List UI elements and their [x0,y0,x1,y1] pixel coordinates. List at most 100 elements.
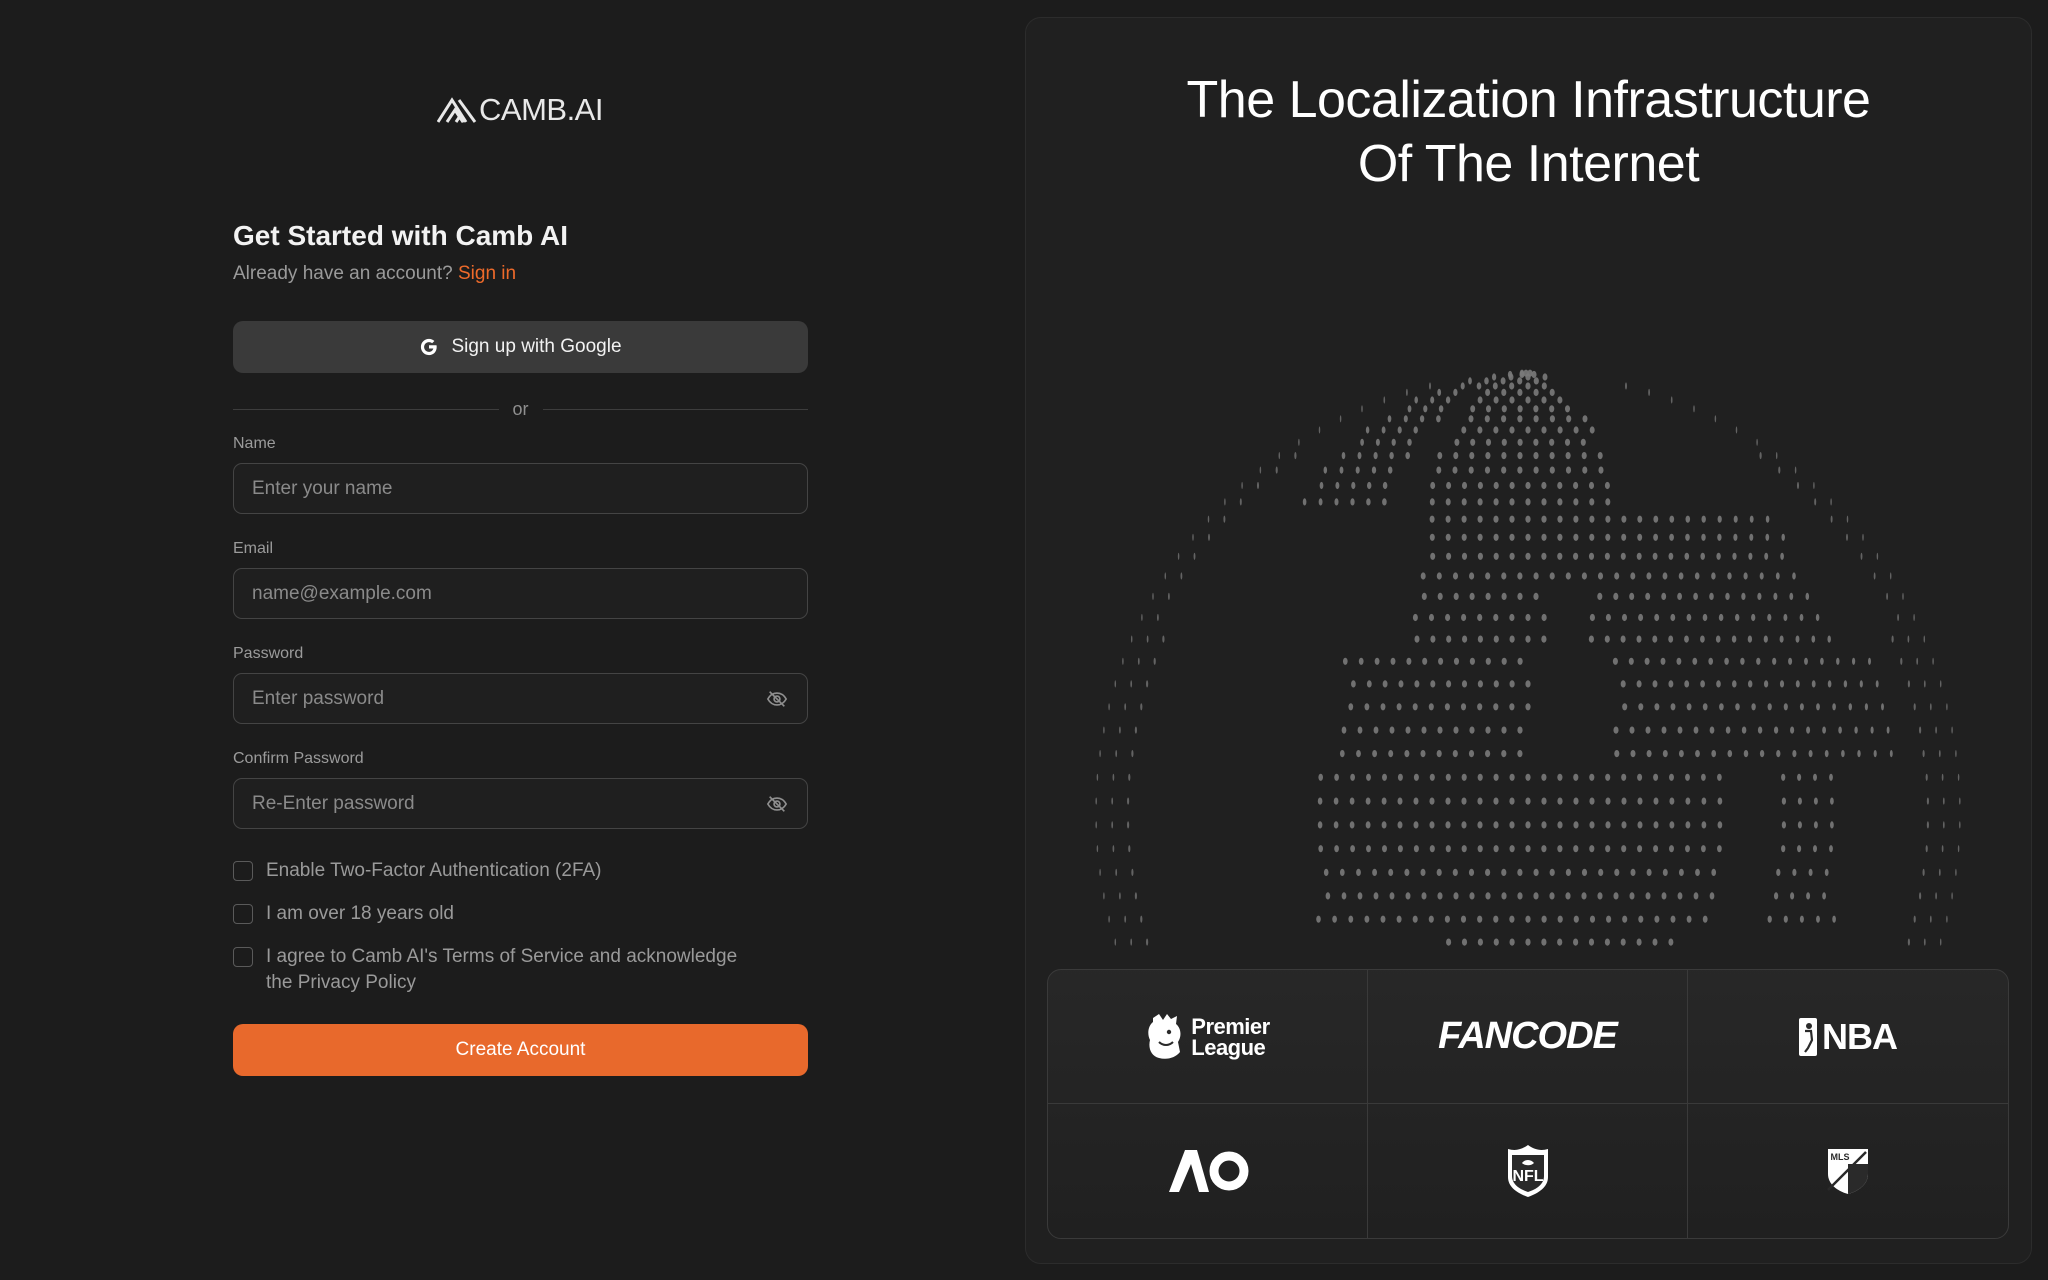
globe-dot [1813,797,1818,805]
globe-dot [1501,892,1507,900]
globe-dot [1757,592,1762,601]
globe-dot [1517,657,1523,665]
globe-dot [1493,821,1499,829]
globe-dot [1838,726,1842,734]
globe-dot [1621,773,1627,781]
globe-dot [1533,572,1539,580]
globe-dot [1501,415,1507,423]
globe-dot [1444,703,1450,711]
globe-dot [1461,845,1467,853]
globe-dot [1461,773,1467,781]
globe-dot [1477,426,1483,434]
globe-dot [1581,572,1587,580]
globe-dot [1407,405,1412,413]
nba-text: NBA [1822,1015,1898,1057]
password-field[interactable] [233,673,808,724]
globe-dot [1334,498,1339,506]
globe-dot [1701,845,1706,853]
globe-dot [1702,915,1708,923]
globe-dot [1461,481,1468,490]
globe-dot [1889,572,1892,580]
globe-dot [1702,613,1708,622]
globe-dot [1709,892,1715,900]
twofa-checkbox[interactable] [233,861,253,881]
confirm-password-field[interactable] [233,778,808,829]
globe-dot [1959,821,1961,829]
globe-dot [1832,703,1836,711]
globe-dot [1469,657,1475,665]
globe-dot [1533,438,1539,446]
globe-dot [1612,657,1618,665]
globe-dot [1813,481,1815,490]
globe-dot [1773,592,1778,601]
create-account-button[interactable]: Create Account [233,1024,808,1076]
globe-dot [1366,845,1371,853]
toggle-confirm-password-visibility-button[interactable] [764,791,790,817]
globe-dot [1429,797,1435,805]
globe-dot [1573,915,1579,923]
globe-dot [1573,515,1579,523]
email-field[interactable] [233,568,808,619]
globe-dot [1573,797,1579,805]
globe-dot [1485,592,1491,601]
globe-dot [1484,377,1489,385]
globe-dot [1397,797,1403,805]
globe-dot [1339,868,1345,877]
google-signup-button[interactable]: Sign up with Google [233,321,808,373]
globe-dot [1573,498,1579,506]
globe-dot [1453,892,1459,900]
globe-dot [1493,613,1499,622]
globe-dot [1477,703,1483,711]
globe-dot [1638,703,1644,711]
globe-dot [1405,452,1410,460]
globe-dot [1564,438,1571,446]
globe-dot [1646,750,1652,758]
globe-dot [1387,466,1393,474]
confirm-password-input[interactable] [234,778,764,829]
globe-dot [1815,613,1820,622]
globe-dot [1870,726,1874,734]
name-input[interactable] [234,463,807,514]
logo-text: CAMB.AI [479,92,603,127]
globe-dot [1396,703,1402,711]
globe-dot [1677,892,1683,900]
globe-dot [1323,466,1328,474]
globe-dot [1735,613,1740,622]
globe-dot [1589,797,1595,805]
globe-dot [1436,750,1442,758]
globe-dot [1725,592,1730,601]
terms-checkbox[interactable] [233,947,253,967]
globe-dot [1711,750,1717,758]
signin-link[interactable]: Sign in [458,263,516,284]
age-checkbox[interactable] [233,904,253,924]
globe-dot [1381,821,1387,829]
globe-dot [1589,498,1595,506]
globe-dot [1652,635,1658,643]
globe-dot [1780,552,1784,560]
globe-dot [1318,773,1323,781]
globe-dot [1565,892,1571,900]
globe-dot [1604,938,1610,946]
globe-dot [1811,680,1816,688]
globe-dot [1636,938,1642,946]
globe-dot [1938,750,1941,758]
globe-dot [1460,915,1467,923]
name-field[interactable] [233,463,808,514]
globe-dot [1564,405,1571,413]
password-input[interactable] [234,673,764,724]
globe-dot [1476,382,1482,390]
globe-dot [1334,773,1339,781]
toggle-password-visibility-button[interactable] [764,686,790,712]
globe-dot [1517,572,1523,580]
globe-dot [1477,773,1483,781]
globe-dot [1868,657,1871,665]
globe-dot [1557,821,1563,829]
globe-dot [1589,426,1595,434]
globe-dot [1900,657,1903,665]
email-input[interactable] [234,568,807,619]
globe-dot [1477,613,1483,622]
globe-dot [1493,481,1499,490]
globe-dot [1420,750,1426,758]
globe-dot [1765,515,1770,523]
globe-dot [1381,797,1387,805]
